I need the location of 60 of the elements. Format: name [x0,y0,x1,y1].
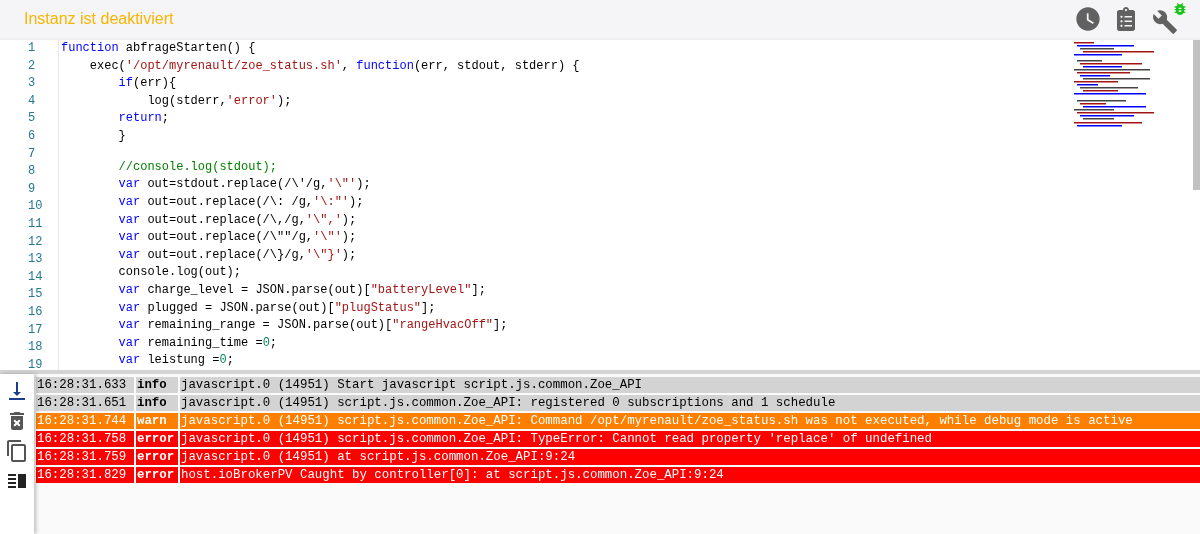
log-time: 16:28:31.759 [36,449,134,465]
line-number: 1 [27,40,37,57]
code-line: if(err){ [118,75,178,93]
code-line: var out=out.replace(/\""/g,'\"'); [118,229,358,247]
code-line: //console.log(stdout); [118,158,279,176]
code-line: var out=out.replace(/\,/g,'\",'); [118,211,358,229]
line-number: 7 [27,145,37,163]
code-line: exec('/opt/myrenault/zoe_status.sh', function(err, stdout, stderr) { [89,57,581,75]
code-line: var out=out.replace(/\}/g,'\"}'); [118,246,358,264]
log-level: error [136,431,178,447]
log-time: 16:28:31.633 [36,377,134,393]
line-number: 5 [27,110,37,128]
line-number: 19 [27,356,44,374]
log-level: info [136,395,178,411]
code-line: return; [118,110,170,128]
line-number: 18 [27,339,44,357]
log-level: error [136,467,178,483]
line-number: 4 [27,92,37,110]
code-line: log(stderr,'error'); [147,92,293,110]
log-time: 16:28:31.758 [36,431,134,447]
code-line: var leistung =0; [118,352,235,370]
line-number: 16 [27,303,44,321]
log-message: javascript.0 (14951) Start javascript script.js.common.Zoe_API [180,377,1200,393]
line-number: 10 [27,198,44,216]
line-number: 9 [27,180,37,198]
log-level: warn [136,413,178,429]
instance-status-title: Instanz ist deaktiviert [24,10,174,28]
scrollbar[interactable] [1193,40,1200,190]
code-line: var out=out.replace(/\: /g,'\:"'); [118,194,365,212]
log-level: info [136,377,178,393]
line-number: 12 [27,233,44,251]
line-number: 3 [27,75,37,93]
log-message: javascript.0 (14951) script.js.common.Zoe_API: Command /opt/myrenault/zoe_status.sh was not executed, while debug mode is active [180,413,1200,429]
line-number: 14 [27,268,44,286]
line-number: 8 [27,163,37,181]
code-line: var remaining_time =0; [118,334,279,352]
log-message: javascript.0 (14951) script.js.common.Zoe_API: TypeError: Cannot read property 'replace' of undefined [180,431,1200,447]
log-message: host.ioBrokerPV Caught by controller[0]: at script.js.common.Zoe_API:9:24 [180,467,1200,483]
log-time: 16:28:31.651 [36,395,134,411]
line-number: 15 [27,286,44,304]
line-number: 2 [27,57,37,75]
line-number: 11 [27,215,44,233]
code-line: } [118,127,127,145]
line-number: 17 [27,321,44,339]
code-line: var plugged = JSON.parse(out)["plugStatus"]; [118,299,437,317]
code-line: var out=stdout.replace(/\'/g,'\"'); [118,176,372,194]
wrench-icon[interactable] [1150,1,1188,37]
code-line: function abfrageStarten() { [61,40,257,57]
bug-icon [1172,1,1188,17]
line-number: 6 [27,127,37,145]
code-line: var remaining_range = JSON.parse(out)["rangeHvacOff"]; [118,317,509,335]
code-line: console.log(out); [118,264,242,282]
code-line: var charge_level = JSON.parse(out)["batteryLevel"]; [118,282,487,300]
line-number: 13 [27,251,44,269]
log-time: 16:28:31.744 [36,413,134,429]
log-time: 16:28:31.829 [36,467,134,483]
log-level: error [136,449,178,465]
clock-icon[interactable] [1074,5,1102,33]
log-message: javascript.0 (14951) script.js.common.Zoe_API: registered 0 subscriptions and 1 schedule [180,395,1200,411]
log-message: javascript.0 (14951) at script.js.common.Zoe_API:9:24 [180,449,1200,465]
